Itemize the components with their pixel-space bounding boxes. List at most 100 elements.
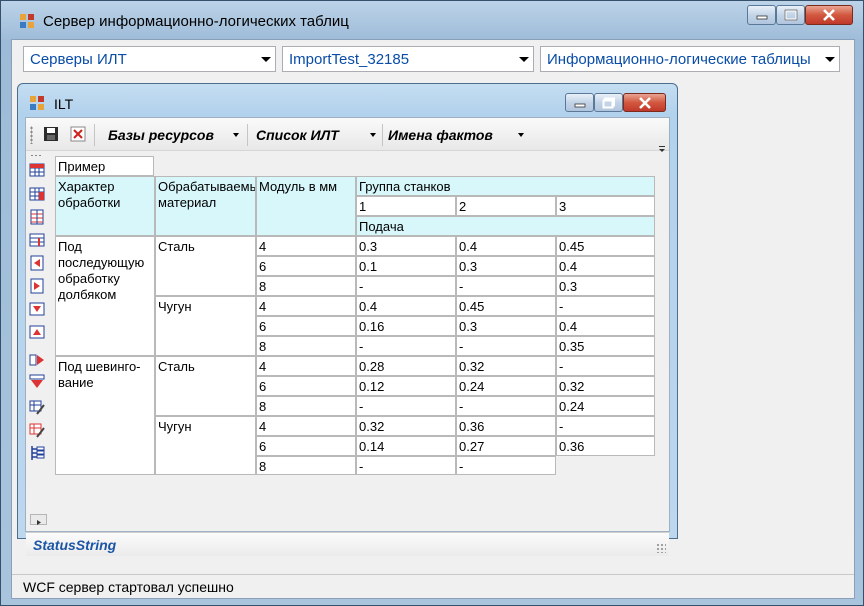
header-group-1[interactable]: 1 (356, 196, 456, 216)
feed-cell[interactable]: 0.24 (456, 376, 556, 396)
feed-cell[interactable]: 0.45 (556, 236, 655, 256)
feed-cell[interactable]: - (356, 396, 456, 416)
toolbar-overflow-icon[interactable] (658, 141, 666, 152)
delete-icon[interactable] (70, 126, 86, 142)
tables-combo[interactable]: Информационно-логические таблицы (540, 46, 840, 72)
feed-cell[interactable]: 0.12 (356, 376, 456, 396)
feed-cell[interactable]: 0.14 (356, 436, 456, 456)
feed-cell[interactable]: - (356, 456, 456, 475)
split-columns-icon[interactable] (29, 232, 45, 248)
close-button[interactable] (805, 5, 853, 25)
chevron-down-icon[interactable] (261, 57, 271, 62)
feed-cell[interactable]: 0.3 (456, 256, 556, 276)
feed-cell[interactable]: 0.1 (356, 256, 456, 276)
maximize-button[interactable] (776, 5, 805, 25)
material-cell[interactable]: Чугун (155, 416, 256, 475)
resize-grip[interactable] (656, 543, 666, 553)
feed-cell[interactable]: 0.4 (456, 236, 556, 256)
fact-names-dropdown[interactable]: Имена фактов (388, 127, 493, 143)
feed-cell[interactable]: - (556, 416, 655, 436)
ilt-close-button[interactable] (623, 93, 666, 112)
module-cell[interactable]: 6 (256, 316, 356, 336)
header-processing[interactable]: Характер обработки (55, 176, 155, 236)
feed-cell[interactable]: - (456, 396, 556, 416)
feed-cell[interactable]: 0.32 (456, 356, 556, 376)
insert-row-icon[interactable] (29, 162, 45, 178)
toolbar-grip[interactable] (30, 126, 33, 144)
feed-cell[interactable]: - (456, 456, 556, 475)
header-material[interactable]: Обрабатываемый материал (155, 176, 256, 236)
feed-cell[interactable]: 0.36 (456, 416, 556, 436)
module-cell[interactable]: 4 (256, 416, 356, 436)
move-down-icon[interactable] (29, 301, 45, 317)
title-bar[interactable]: Сервер информационно-логических таблиц (1, 1, 863, 39)
feed-cell[interactable]: 0.4 (556, 316, 655, 336)
feed-cell[interactable]: 0.27 (456, 436, 556, 456)
feed-cell[interactable]: 0.32 (356, 416, 456, 436)
scroll-right-button[interactable] (30, 514, 47, 525)
expand-right-icon[interactable] (29, 352, 45, 368)
feed-cell[interactable]: 0.16 (356, 316, 456, 336)
tree-structure-icon[interactable] (29, 445, 45, 461)
feed-cell[interactable]: 0.4 (356, 296, 456, 316)
module-cell[interactable]: 4 (256, 356, 356, 376)
feed-cell[interactable]: 0.32 (556, 376, 655, 396)
feed-cell[interactable]: 0.28 (356, 356, 456, 376)
resources-dropdown[interactable]: Базы ресурсов (108, 127, 214, 143)
processing-cell[interactable]: Под последующую обработку долбяком (55, 236, 155, 356)
header-machine-group[interactable]: Группа станков (356, 176, 655, 196)
feed-cell[interactable]: 0.45 (456, 296, 556, 316)
import-combo[interactable]: ImportTest_32185 (282, 46, 534, 72)
feed-cell[interactable]: - (556, 296, 655, 316)
edit-cells-icon[interactable] (29, 422, 45, 438)
feed-cell[interactable]: 0.36 (556, 436, 655, 456)
feed-cell[interactable]: 0.35 (556, 336, 655, 356)
feed-cell[interactable]: 0.3 (456, 316, 556, 336)
feed-cell[interactable]: 0.3 (556, 276, 655, 296)
module-cell[interactable]: 8 (256, 396, 356, 416)
module-cell[interactable]: 4 (256, 296, 356, 316)
material-cell[interactable]: Сталь (155, 236, 256, 296)
ilt-restore-button[interactable] (594, 93, 623, 112)
chevron-down-icon[interactable] (518, 133, 524, 137)
insert-column-icon[interactable] (29, 186, 45, 202)
material-cell[interactable]: Сталь (155, 356, 256, 416)
split-rows-icon[interactable] (29, 209, 45, 225)
material-cell[interactable]: Чугун (155, 296, 256, 356)
processing-cell[interactable]: Под шевинго-вание (55, 356, 155, 475)
chevron-down-icon[interactable] (370, 133, 376, 137)
save-icon[interactable] (43, 126, 59, 142)
feed-cell[interactable]: 0.4 (556, 256, 655, 276)
module-cell[interactable]: 4 (256, 236, 356, 256)
feed-cell[interactable]: - (356, 276, 456, 296)
edit-table-icon[interactable] (29, 399, 45, 415)
move-up-icon[interactable] (29, 324, 45, 340)
move-right-icon[interactable] (29, 278, 45, 294)
module-cell[interactable]: 8 (256, 276, 356, 296)
move-left-icon[interactable] (29, 255, 45, 271)
header-group-2[interactable]: 2 (456, 196, 556, 216)
toolbar-grip[interactable] (30, 154, 42, 157)
ilt-minimize-button[interactable] (565, 93, 594, 112)
feed-cell[interactable]: - (356, 336, 456, 356)
chevron-down-icon[interactable] (825, 57, 835, 62)
module-cell[interactable]: 8 (256, 336, 356, 356)
feed-cell[interactable]: 0.24 (556, 396, 655, 416)
module-cell[interactable]: 6 (256, 256, 356, 276)
header-module[interactable]: Модуль в мм (256, 176, 356, 236)
module-cell[interactable]: 8 (256, 456, 356, 475)
header-group-3[interactable]: 3 (556, 196, 655, 216)
chevron-down-icon[interactable] (519, 57, 529, 62)
feed-cell[interactable]: - (456, 336, 556, 356)
servers-combo[interactable]: Серверы ИЛТ (23, 46, 276, 72)
module-cell[interactable]: 6 (256, 436, 356, 456)
module-cell[interactable]: 6 (256, 376, 356, 396)
ilt-list-dropdown[interactable]: Список ИЛТ (256, 127, 339, 143)
header-feed[interactable]: Подача (356, 216, 655, 236)
feed-cell[interactable]: 0.3 (356, 236, 456, 256)
feed-cell[interactable]: - (556, 356, 655, 376)
feed-cell[interactable]: - (456, 276, 556, 296)
filter-icon[interactable] (29, 374, 45, 390)
table-caption-field[interactable]: Пример (55, 156, 154, 176)
chevron-down-icon[interactable] (233, 133, 239, 137)
